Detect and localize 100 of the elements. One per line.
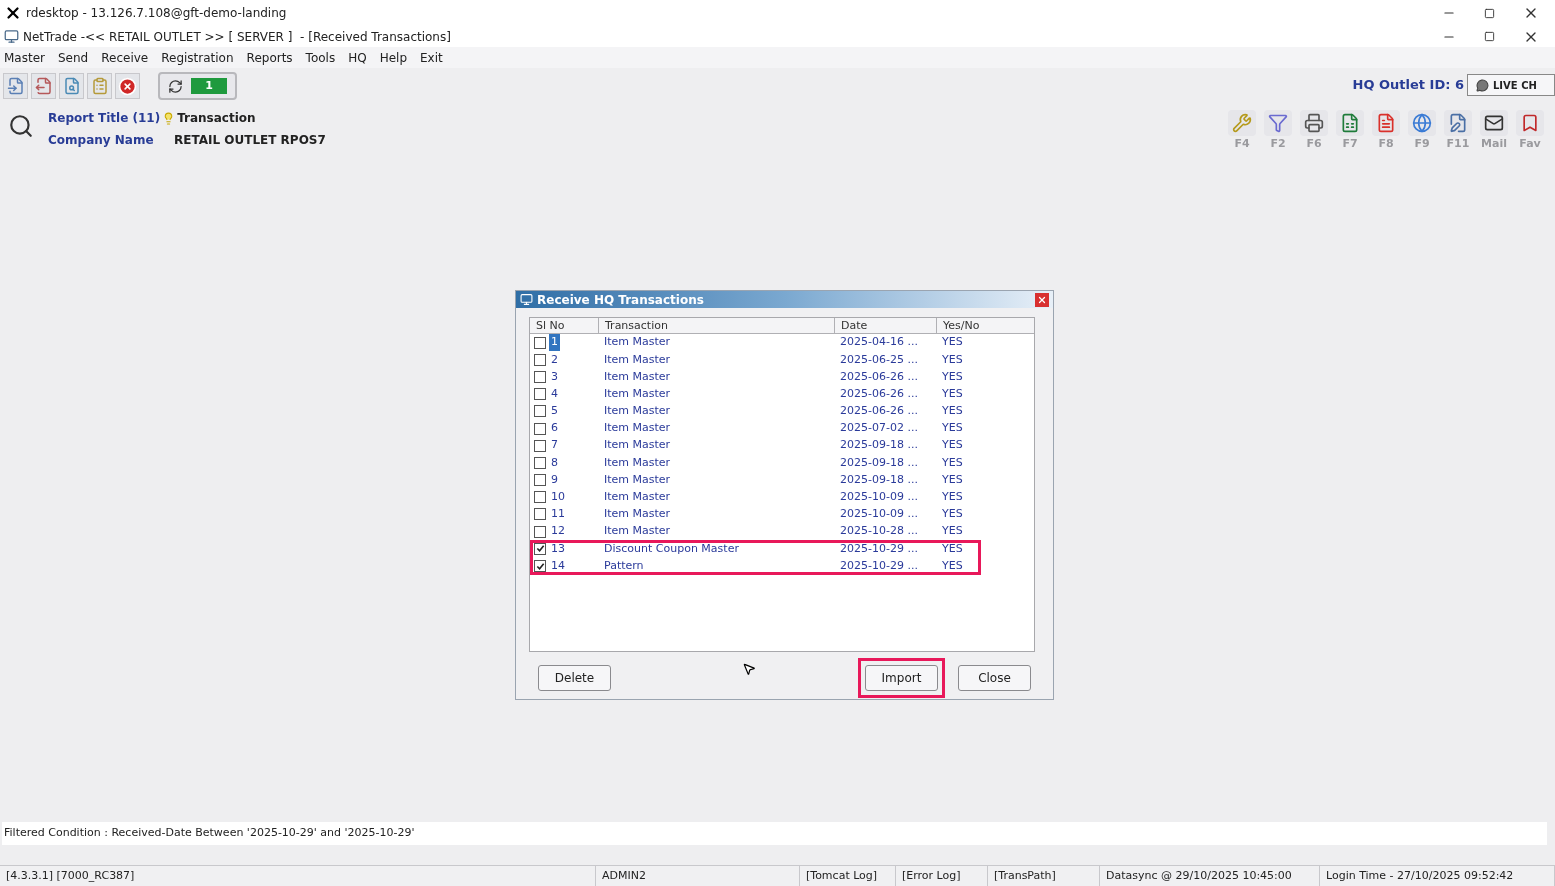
row-checkbox[interactable]: [534, 370, 546, 383]
table-cell-text: Item Master: [603, 385, 672, 402]
document-icon: [1376, 113, 1396, 133]
row-checkbox[interactable]: [534, 422, 546, 435]
table-cell-text: YES: [941, 334, 964, 351]
table-row[interactable]: 13 Discount Coupon Master 2025-10-29 ... YES: [530, 540, 1034, 558]
printer-icon: [1304, 113, 1324, 133]
table-cell-text: 2025-09-18 ...: [839, 454, 919, 471]
sync-button[interactable]: 1: [158, 72, 237, 100]
menu-item[interactable]: Reports: [246, 48, 293, 67]
search-icon[interactable]: [8, 113, 34, 139]
table-cell-text: 2025-10-29 ...: [839, 557, 919, 574]
chat-bubble-icon: [1476, 78, 1489, 92]
status-field: [Error Log]: [896, 866, 988, 886]
funnel-icon: [1268, 113, 1288, 133]
menu-item[interactable]: Send: [58, 48, 89, 67]
table-cell-text: Item Master: [603, 523, 672, 540]
table-row[interactable]: 14 Pattern 2025-10-29 ... YES: [530, 557, 1034, 575]
row-checkbox[interactable]: [534, 439, 546, 452]
table-cell-text: YES: [941, 557, 964, 574]
serial-number: 12: [550, 523, 566, 540]
import-document-button[interactable]: [3, 73, 28, 99]
menu-item[interactable]: Registration: [161, 48, 234, 67]
table-row[interactable]: 6 Item Master 2025-07-02 ... YES: [530, 419, 1034, 438]
dialog-button[interactable]: Import: [858, 658, 945, 699]
serial-number: 11: [550, 506, 566, 523]
table-row[interactable]: 10 Item Master 2025-10-09 ... YES: [530, 488, 1034, 506]
report-title-value: Transaction: [177, 110, 256, 127]
table-cell-text: 2025-10-28 ...: [839, 523, 919, 540]
row-checkbox[interactable]: [534, 491, 546, 504]
menu-item[interactable]: Master: [4, 48, 45, 67]
table-cell-text: YES: [941, 471, 964, 488]
table-row[interactable]: 8 Item Master 2025-09-18 ... YES: [530, 454, 1034, 472]
table-row[interactable]: 2 Item Master 2025-06-25 ... YES: [530, 351, 1034, 369]
table-cell-text: Item Master: [603, 454, 672, 471]
table-cell-text: 2025-10-09 ...: [839, 489, 919, 506]
serial-number: 9: [550, 471, 559, 488]
table-row[interactable]: 5 Item Master 2025-06-26 ... YES: [530, 402, 1034, 420]
column-header[interactable]: Transaction: [598, 318, 834, 333]
table-cell-text: YES: [941, 523, 964, 540]
row-checkbox[interactable]: [534, 456, 546, 469]
column-header[interactable]: Sl No: [530, 318, 598, 333]
table-cell-text: 2025-09-18 ...: [839, 437, 919, 454]
column-header[interactable]: Yes/No: [936, 318, 1034, 333]
row-checkbox[interactable]: [534, 405, 546, 418]
row-checkbox[interactable]: [534, 508, 546, 521]
row-checkbox[interactable]: [534, 353, 546, 366]
table-cell-text: 2025-09-18 ...: [839, 471, 919, 488]
table-cell-text: Item Master: [603, 437, 672, 454]
table-row[interactable]: 1 Item Master 2025-04-16 ... YES: [530, 334, 1034, 352]
serial-number: 8: [550, 454, 559, 471]
row-checkbox[interactable]: [534, 560, 546, 573]
table-row[interactable]: 3 Item Master 2025-06-26 ... YES: [530, 368, 1034, 386]
row-checkbox[interactable]: [534, 336, 546, 349]
serial-number: 10: [550, 489, 566, 506]
edit-document-icon: [1448, 113, 1468, 133]
table-cell-text: Item Master: [603, 420, 672, 437]
table-cell-text: 2025-07-02 ...: [839, 420, 919, 437]
close-button[interactable]: [115, 73, 140, 99]
menu-item[interactable]: Help: [379, 48, 407, 67]
bookmark-icon: [1520, 113, 1540, 133]
table-row[interactable]: 9 Item Master 2025-09-18 ... YES: [530, 471, 1034, 489]
table-cell-text: Pattern: [603, 557, 645, 574]
clipboard-button[interactable]: [87, 73, 112, 99]
table-cell-text: 2025-10-09 ...: [839, 506, 919, 523]
table-cell-text: YES: [941, 420, 964, 437]
row-checkbox[interactable]: [534, 388, 546, 401]
hq-outlet-id: HQ Outlet ID: 6: [1352, 76, 1464, 95]
table-row[interactable]: 12 Item Master 2025-10-28 ... YES: [530, 523, 1034, 541]
live-chat-button[interactable]: LIVE CH: [1467, 74, 1555, 96]
table-cell-text: YES: [941, 489, 964, 506]
table-cell-text: 2025-06-26 ...: [839, 385, 919, 402]
table-cell-text: YES: [941, 368, 964, 385]
table-cell-text: YES: [941, 437, 964, 454]
table-row[interactable]: 7 Item Master 2025-09-18 ... YES: [530, 437, 1034, 455]
table-cell-text: 2025-04-16 ...: [839, 334, 919, 351]
row-checkbox[interactable]: [534, 525, 546, 538]
column-header[interactable]: Date: [834, 318, 936, 333]
dialog-title: Receive HQ Transactions: [537, 291, 704, 309]
table-cell-text: Item Master: [603, 489, 672, 506]
menu-item[interactable]: Tools: [305, 48, 336, 67]
export-document-button[interactable]: [31, 73, 56, 99]
window-title: rdesktop - 13.126.7.108@gft-demo-landing: [26, 5, 287, 22]
maximize-icon[interactable]: [1484, 31, 1495, 42]
table-row[interactable]: 11 Item Master 2025-10-09 ... YES: [530, 505, 1034, 524]
table-cell-text: Discount Coupon Master: [603, 540, 740, 557]
status-field: [Tomcat Log]: [800, 866, 896, 886]
maximize-icon[interactable]: [1484, 7, 1495, 19]
serial-number: 6: [550, 420, 559, 437]
menu-item[interactable]: Exit: [420, 48, 443, 67]
dialog-close-button[interactable]: [1035, 292, 1049, 307]
table-cell-text: YES: [941, 506, 964, 523]
serial-number: 2: [550, 351, 559, 368]
row-checkbox[interactable]: [534, 474, 546, 487]
status-field: [4.3.3.1] [7000_RC387]: [0, 866, 596, 886]
spreadsheet-icon: [1340, 113, 1360, 133]
menu-item[interactable]: Receive: [101, 48, 149, 67]
search-document-button[interactable]: [59, 73, 84, 99]
menu-item[interactable]: HQ: [348, 48, 367, 67]
table-row[interactable]: 4 Item Master 2025-06-26 ... YES: [530, 385, 1034, 403]
